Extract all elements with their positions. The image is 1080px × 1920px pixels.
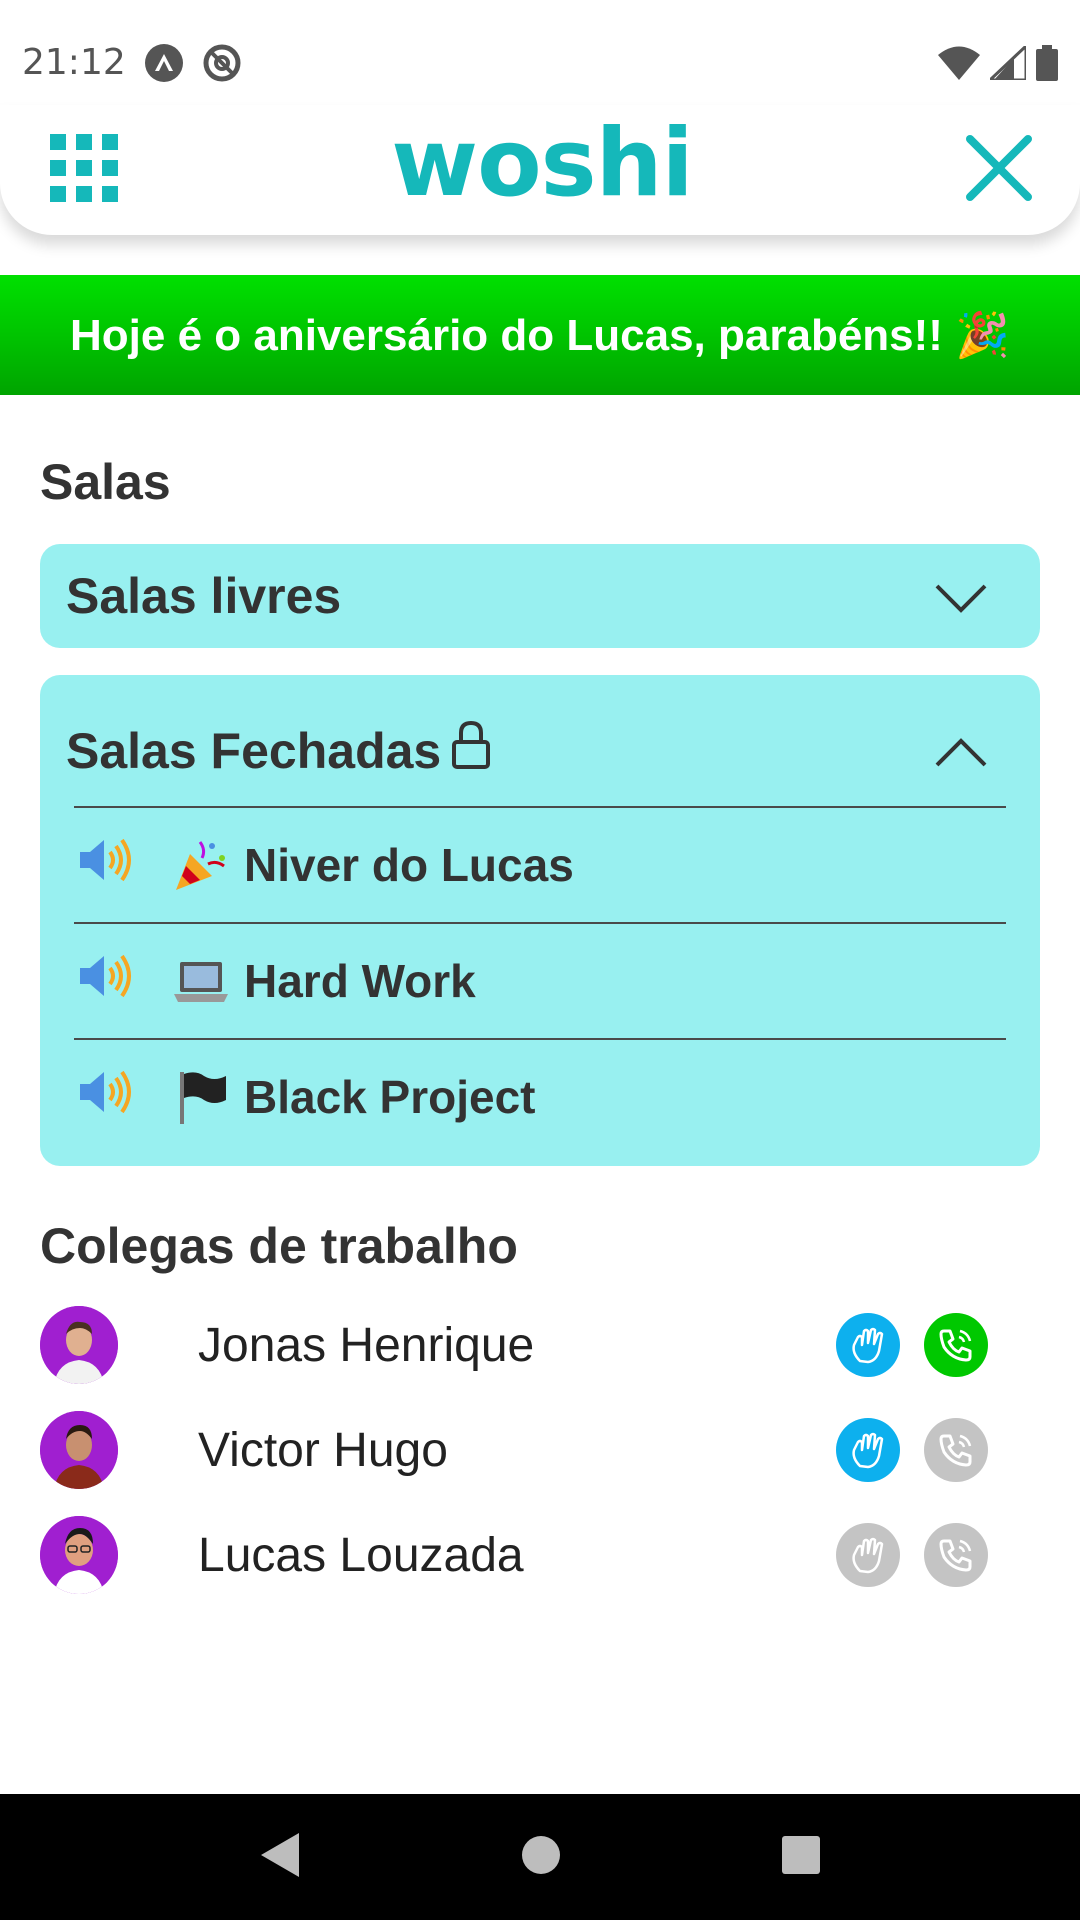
- closed-rooms-list: Niver do Lucas Hard Work Black Project: [74, 806, 1006, 1154]
- phone-icon[interactable]: [924, 1313, 988, 1377]
- at-sign-icon: [202, 43, 242, 83]
- avatar: [40, 1516, 118, 1594]
- colleague-row: Victor Hugo: [40, 1410, 1040, 1490]
- room-name: Black Project: [244, 1071, 536, 1123]
- party-popper-icon: [172, 836, 230, 894]
- home-icon[interactable]: [520, 1834, 562, 1881]
- chevron-up-icon[interactable]: [934, 722, 988, 780]
- phone-icon[interactable]: [924, 1418, 988, 1482]
- close-icon[interactable]: [965, 134, 1032, 206]
- app-header: woshi: [0, 105, 1080, 235]
- speaker-icon: [76, 1062, 136, 1133]
- lock-icon: [451, 720, 491, 782]
- status-time: 21:12: [22, 42, 126, 83]
- grid-menu-icon[interactable]: [50, 133, 118, 207]
- closed-rooms-label: Salas Fechadas: [66, 722, 442, 779]
- brand-logo: woshi: [391, 109, 694, 218]
- closed-rooms-header[interactable]: Salas Fechadas: [40, 675, 1040, 806]
- back-icon[interactable]: [259, 1831, 301, 1884]
- room-item[interactable]: Niver do Lucas: [74, 806, 1006, 922]
- wave-icon[interactable]: [836, 1418, 900, 1482]
- speaker-icon: [76, 830, 136, 901]
- colleagues-section-title: Colegas de trabalho: [40, 1218, 518, 1274]
- birthday-banner: Hoje é o aniversário do Lucas, parabéns!…: [0, 275, 1080, 395]
- colleague-name: Lucas Louzada: [198, 1528, 524, 1582]
- laptop-icon: [172, 952, 230, 1010]
- wifi-icon: [938, 46, 980, 80]
- room-item[interactable]: Hard Work: [74, 922, 1006, 1038]
- colleague-name: Victor Hugo: [198, 1423, 448, 1477]
- chevron-down-icon[interactable]: [934, 567, 988, 625]
- wave-icon[interactable]: [836, 1523, 900, 1587]
- battery-icon: [1036, 44, 1058, 81]
- colleague-row: Jonas Henrique: [40, 1305, 1040, 1385]
- birthday-banner-text: Hoje é o aniversário do Lucas, parabéns!…: [70, 311, 1010, 360]
- app-notification-icon: [144, 43, 184, 83]
- speaker-icon: [76, 946, 136, 1017]
- recents-icon[interactable]: [781, 1835, 821, 1880]
- free-rooms-accordion[interactable]: Salas livres: [40, 544, 1040, 648]
- colleague-row: Lucas Louzada: [40, 1515, 1040, 1595]
- black-flag-icon: [172, 1068, 230, 1126]
- free-rooms-label: Salas livres: [66, 568, 342, 624]
- avatar: [40, 1306, 118, 1384]
- rooms-section-title: Salas: [40, 454, 171, 510]
- wave-icon[interactable]: [836, 1313, 900, 1377]
- avatar: [40, 1411, 118, 1489]
- cell-signal-icon: [990, 45, 1026, 80]
- phone-icon[interactable]: [924, 1523, 988, 1587]
- closed-rooms-accordion: Salas Fechadas Niver do Lucas Hard Work …: [40, 675, 1040, 1166]
- colleague-name: Jonas Henrique: [198, 1318, 535, 1372]
- room-name: Niver do Lucas: [244, 839, 574, 891]
- room-name: Hard Work: [244, 955, 476, 1007]
- system-nav-bar: [0, 1794, 1080, 1920]
- room-item[interactable]: Black Project: [74, 1038, 1006, 1154]
